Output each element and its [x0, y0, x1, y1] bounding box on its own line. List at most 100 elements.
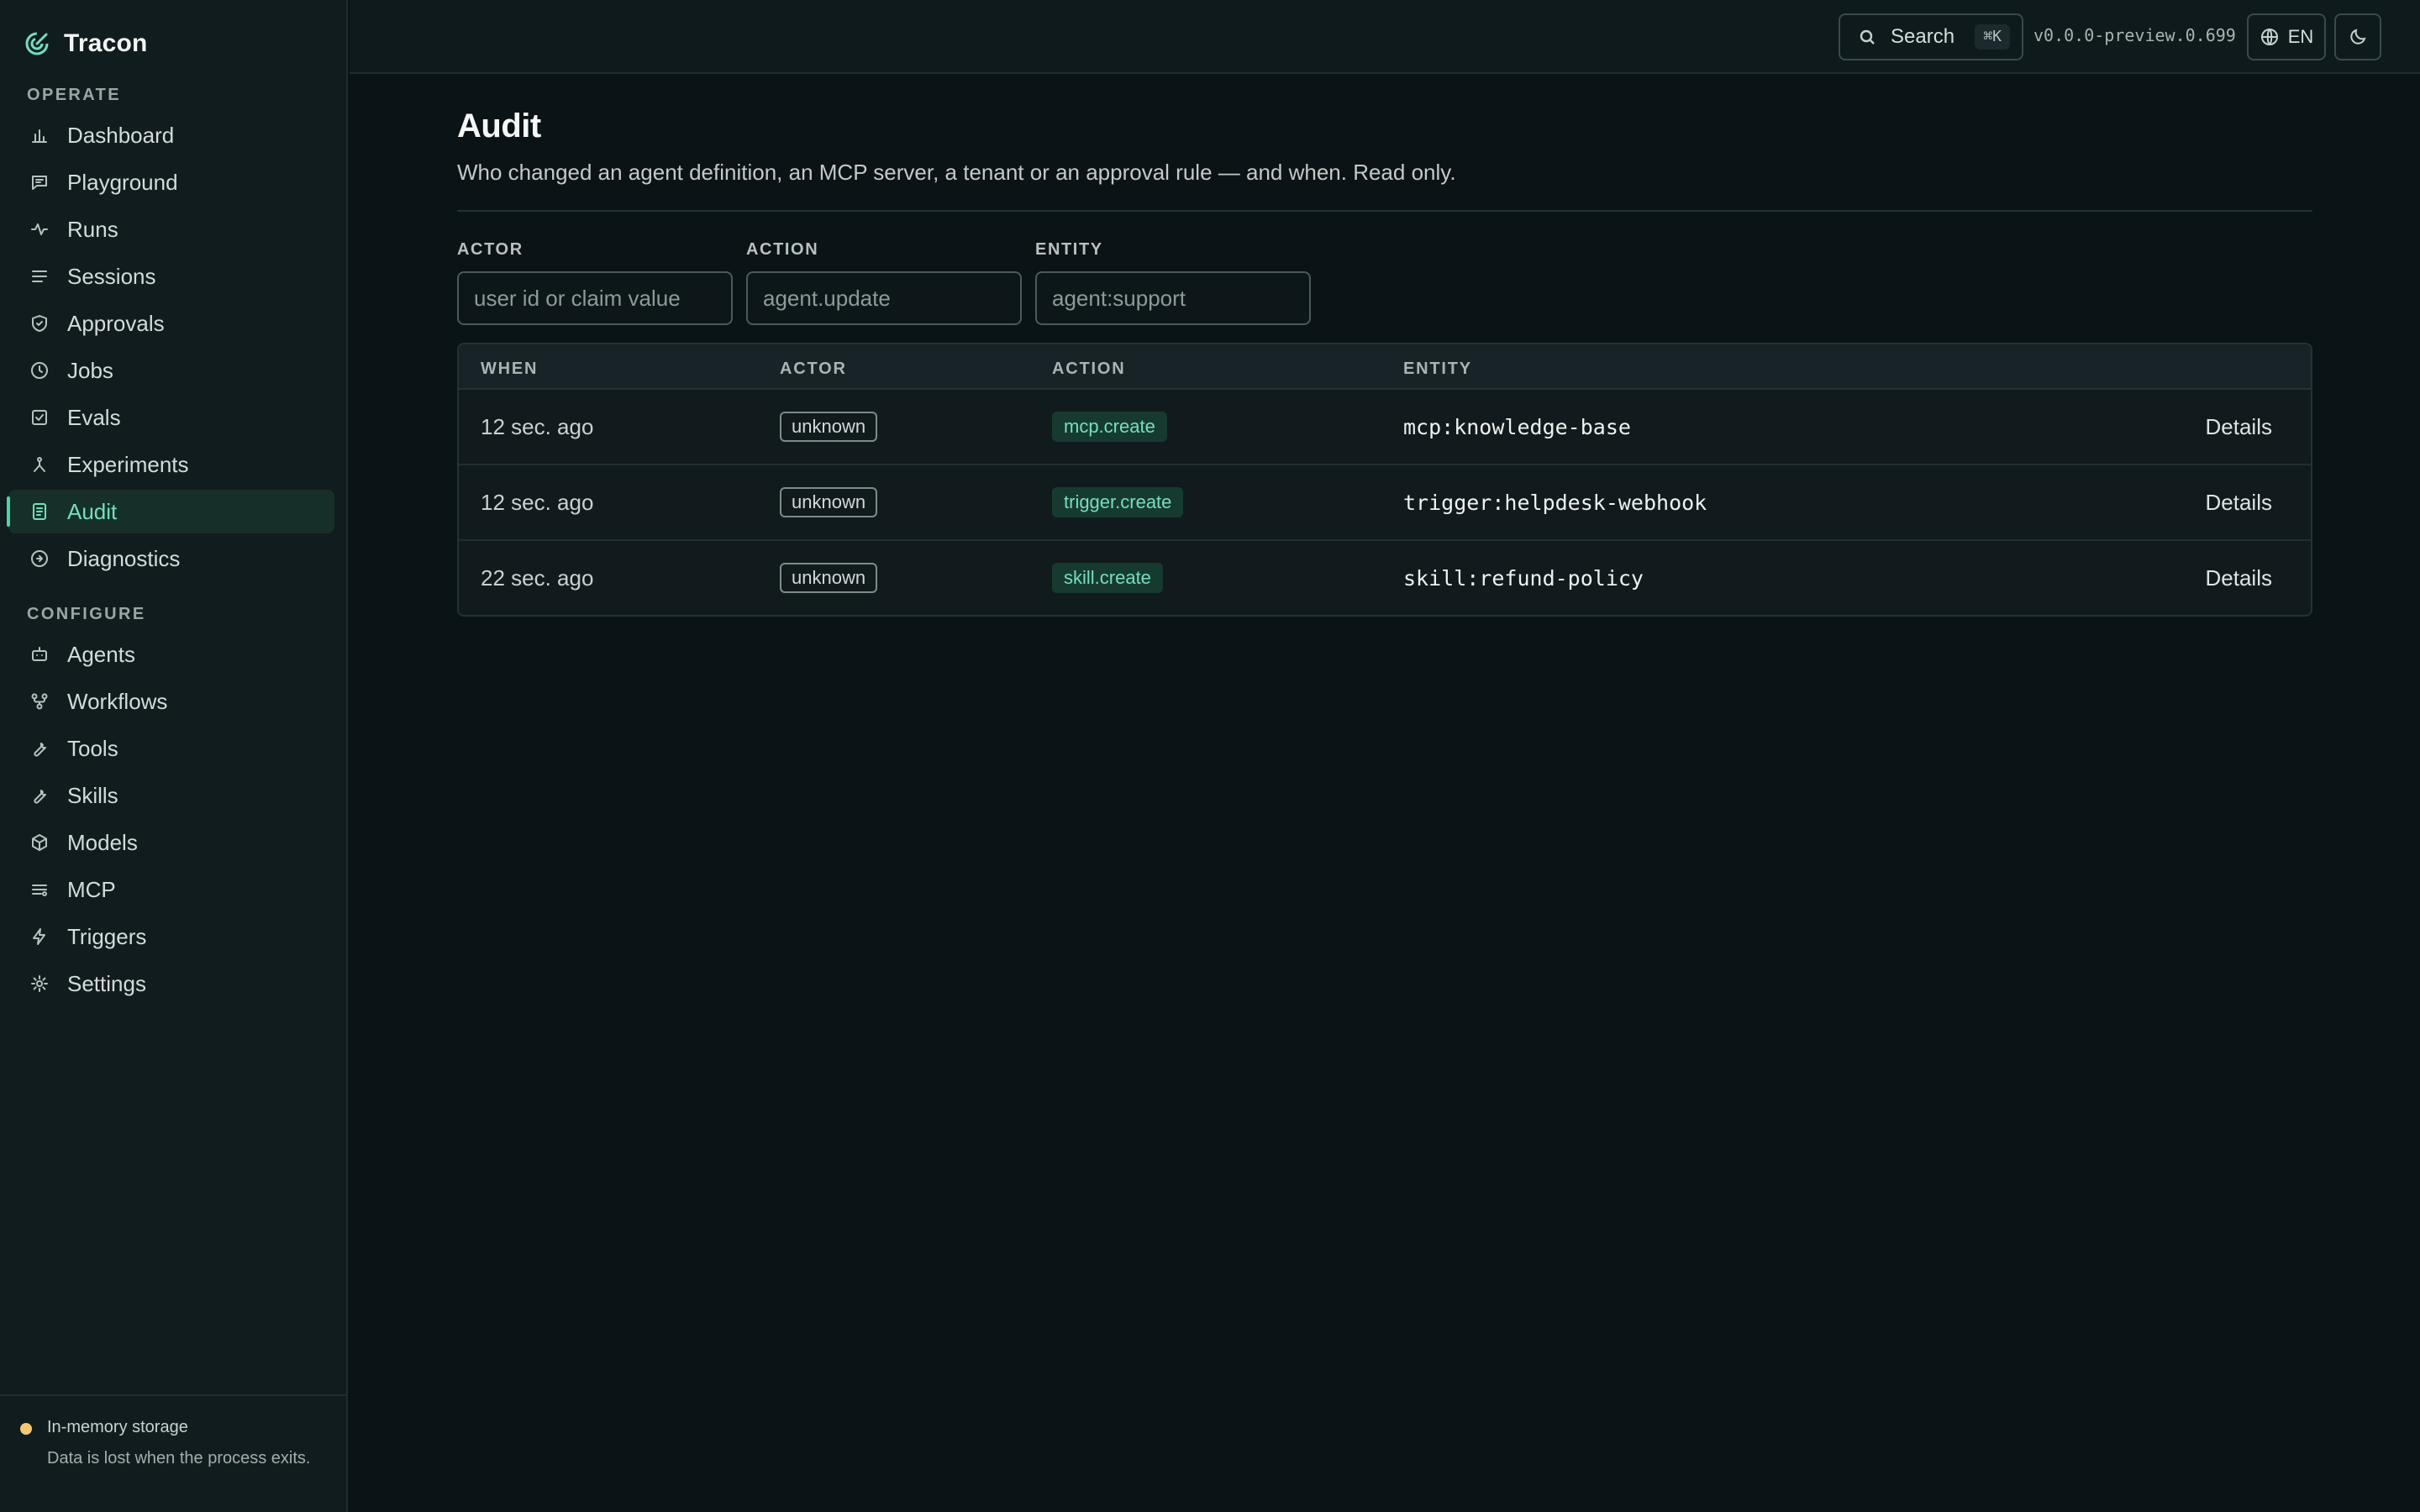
sidebar-item-mcp[interactable]: MCP	[8, 868, 334, 911]
storage-status-dot	[20, 1423, 32, 1435]
page-title: Audit	[457, 108, 541, 144]
details-link[interactable]: Details	[2206, 541, 2272, 615]
globe-icon	[2260, 29, 2278, 45]
action-badge: trigger.create	[1052, 487, 1184, 517]
flask-icon	[29, 454, 50, 475]
sidebar-item-models[interactable]: Models	[8, 821, 334, 864]
actor-filter-input[interactable]	[457, 271, 733, 325]
wrench-icon	[29, 785, 50, 806]
sidebar-item-runs[interactable]: Runs	[8, 207, 334, 251]
theme-toggle-button[interactable]	[2334, 13, 2381, 60]
search-label: Search	[1891, 25, 1955, 48]
filter-action: ACTION	[746, 240, 1022, 325]
shield-check-icon	[29, 312, 50, 334]
table-row[interactable]: 12 sec. ago unknown trigger.create trigg…	[459, 465, 2311, 541]
language-label: EN	[2287, 26, 2314, 47]
storage-notice: In-memory storage Data is lost when the …	[0, 1394, 346, 1472]
filter-actor: ACTOR	[457, 240, 733, 325]
filter-label: ACTOR	[457, 240, 523, 259]
action-filter-input[interactable]	[746, 271, 1022, 325]
column-header-entity[interactable]: ENTITY	[1403, 360, 1472, 379]
box-icon	[29, 832, 50, 853]
page-description: Who changed an agent definition, an MCP …	[457, 160, 1456, 185]
zap-icon	[29, 926, 50, 948]
section-label-configure: CONFIGURE	[27, 605, 146, 623]
storage-title: In-memory storage	[47, 1418, 188, 1436]
sidebar-item-label: Sessions	[67, 263, 156, 289]
entity-filter-input[interactable]	[1035, 271, 1311, 325]
sidebar-item-diagnostics[interactable]: Diagnostics	[8, 537, 334, 580]
column-header-when[interactable]: WHEN	[481, 360, 538, 379]
sidebar-item-audit[interactable]: Audit	[7, 490, 334, 533]
sidebar-item-label: Tools	[67, 735, 118, 761]
table-row[interactable]: 22 sec. ago unknown skill.create skill:r…	[459, 541, 2311, 615]
sidebar-item-label: Jobs	[67, 357, 113, 383]
sidebar-item-approvals[interactable]: Approvals	[8, 302, 334, 345]
app-name: Tracon	[64, 29, 148, 57]
sidebar-item-label: Evals	[67, 404, 121, 430]
actor-badge: unknown	[780, 487, 878, 517]
arrow-circle-icon	[29, 548, 50, 570]
column-header-action[interactable]: ACTION	[1052, 360, 1125, 379]
language-button[interactable]: EN	[2247, 13, 2326, 60]
when-cell: 22 sec. ago	[481, 564, 594, 591]
sidebar-item-playground[interactable]: Playground	[8, 160, 334, 204]
sidebar-item-label: Triggers	[67, 923, 147, 949]
sidebar-item-skills[interactable]: Skills	[8, 774, 334, 817]
action-badge: mcp.create	[1052, 412, 1167, 442]
sidebar-item-evals[interactable]: Evals	[8, 396, 334, 439]
sidebar-item-label: Skills	[67, 782, 118, 808]
sun-gear-icon	[29, 973, 50, 995]
table-row[interactable]: 12 sec. ago unknown mcp.create mcp:knowl…	[459, 390, 2311, 465]
bot-icon	[29, 643, 50, 665]
sidebar: Tracon OPERATE Dashboard Playground Runs…	[0, 0, 348, 1512]
clock-icon	[29, 360, 50, 381]
actor-badge: unknown	[780, 412, 878, 442]
sidebar-item-agents[interactable]: Agents	[8, 633, 334, 676]
check-square-icon	[29, 407, 50, 428]
sidebar-item-jobs[interactable]: Jobs	[8, 349, 334, 392]
sidebar-item-label: MCP	[67, 876, 116, 902]
sidebar-item-triggers[interactable]: Triggers	[8, 915, 334, 958]
details-link[interactable]: Details	[2206, 390, 2272, 464]
activity-icon	[29, 218, 50, 240]
brand[interactable]: Tracon	[24, 27, 148, 60]
sidebar-item-label: Agents	[67, 641, 135, 667]
workflow-icon	[29, 690, 50, 712]
when-cell: 12 sec. ago	[481, 489, 594, 515]
sidebar-item-label: Audit	[67, 498, 118, 524]
sidebar-item-label: Playground	[67, 169, 178, 195]
version-label: v0.0.0-preview.0.699	[2033, 25, 2236, 45]
entity-cell: skill:refund-policy	[1403, 565, 1644, 591]
search-button[interactable]: Search ⌘K	[1839, 13, 2023, 60]
section-label-operate: OPERATE	[27, 86, 121, 104]
moon-icon	[2350, 29, 2366, 45]
table-header: WHEN ACTOR ACTION ENTITY	[459, 344, 2311, 390]
audit-table: WHEN ACTOR ACTION ENTITY 12 sec. ago unk…	[457, 343, 2312, 617]
sidebar-item-workflows[interactable]: Workflows	[8, 680, 334, 723]
bar-chart-icon	[29, 124, 50, 146]
details-link[interactable]: Details	[2206, 465, 2272, 539]
action-badge: skill.create	[1052, 563, 1163, 593]
actor-badge: unknown	[780, 563, 878, 593]
search-shortcut: ⌘K	[1975, 24, 2010, 50]
sidebar-item-settings[interactable]: Settings	[8, 962, 334, 1005]
wrench-icon	[29, 738, 50, 759]
sidebar-item-label: Runs	[67, 216, 118, 242]
sidebar-item-dashboard[interactable]: Dashboard	[8, 113, 334, 157]
sidebar-item-sessions[interactable]: Sessions	[8, 255, 334, 298]
sidebar-item-tools[interactable]: Tools	[8, 727, 334, 770]
entity-cell: trigger:helpdesk-webhook	[1403, 490, 1707, 515]
when-cell: 12 sec. ago	[481, 413, 594, 439]
filter-entity: ENTITY	[1035, 240, 1311, 325]
sidebar-item-label: Approvals	[67, 310, 165, 336]
sidebar-item-label: Dashboard	[67, 122, 175, 148]
file-text-icon	[29, 501, 50, 522]
sidebar-item-label: Diagnostics	[67, 545, 181, 571]
filter-label: ENTITY	[1035, 240, 1103, 259]
tracon-logo-icon	[25, 32, 49, 55]
column-header-actor[interactable]: ACTOR	[780, 360, 847, 379]
sidebar-item-label: Experiments	[67, 451, 189, 477]
sidebar-item-experiments[interactable]: Experiments	[8, 443, 334, 486]
sidebar-item-label: Models	[67, 829, 138, 855]
